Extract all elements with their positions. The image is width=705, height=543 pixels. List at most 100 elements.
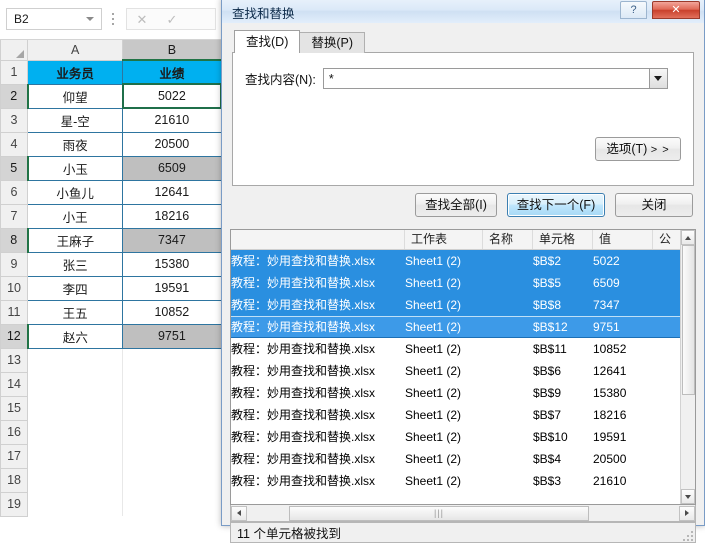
- cell-B12[interactable]: 9751: [122, 323, 222, 349]
- chevron-down-icon[interactable]: [86, 17, 94, 21]
- search-results-list[interactable]: 工作表 名称 单元格 值 公 教程：妙用查找和替换.xlsx Sheet1 (2)…: [230, 229, 696, 505]
- tab-replace[interactable]: 替换(P): [299, 32, 366, 53]
- row-header-2[interactable]: 2: [0, 83, 29, 109]
- cell-A15[interactable]: [27, 396, 124, 420]
- row-header-14[interactable]: 14: [0, 371, 29, 397]
- row-header-4[interactable]: 4: [0, 131, 29, 157]
- row-header-6[interactable]: 6: [0, 179, 29, 205]
- cell-A9[interactable]: 张三: [27, 251, 124, 277]
- row-header-5[interactable]: 5: [0, 155, 29, 181]
- row-header-13[interactable]: 13: [0, 347, 29, 373]
- cell-B19[interactable]: [122, 492, 222, 516]
- cell-A12[interactable]: 赵六: [27, 323, 124, 349]
- find-all-button[interactable]: 查找全部(I): [415, 193, 497, 217]
- arrow-up-icon[interactable]: [681, 230, 695, 245]
- result-row[interactable]: 教程：妙用查找和替换.xlsx Sheet1 (2) $B$10 19591: [231, 426, 695, 448]
- cell-B8[interactable]: 7347: [122, 227, 222, 253]
- cell-A8[interactable]: 王麻子: [27, 227, 124, 253]
- cell-A5[interactable]: 小玉: [27, 155, 124, 181]
- cell-A11[interactable]: 王五: [27, 299, 124, 325]
- cell-A1[interactable]: 业务员: [27, 59, 124, 85]
- row-header-8[interactable]: 8: [0, 227, 29, 253]
- results-horizontal-scrollbar[interactable]: |||: [230, 505, 696, 522]
- results-vertical-scrollbar[interactable]: [680, 230, 695, 504]
- column-header-name[interactable]: 名称: [483, 230, 533, 249]
- result-row[interactable]: 教程：妙用查找和替换.xlsx Sheet1 (2) $B$9 15380: [231, 382, 695, 404]
- result-row[interactable]: 教程：妙用查找和替换.xlsx Sheet1 (2) $B$6 12641: [231, 360, 695, 382]
- column-header-a[interactable]: A: [27, 40, 124, 61]
- cell-A14[interactable]: [27, 372, 124, 396]
- row-header-12[interactable]: 12: [0, 323, 29, 349]
- cell-B9[interactable]: 15380: [122, 251, 222, 277]
- row-header-17[interactable]: 17: [0, 443, 29, 469]
- row-header-11[interactable]: 11: [0, 299, 29, 325]
- cell-A19[interactable]: [27, 492, 124, 516]
- find-next-button[interactable]: 查找下一个(F): [507, 193, 605, 217]
- cell-B3[interactable]: 21610: [122, 107, 222, 133]
- cell-A17[interactable]: [27, 444, 124, 468]
- column-header-b[interactable]: B: [122, 40, 222, 61]
- row-header-10[interactable]: 10: [0, 275, 29, 301]
- result-row[interactable]: 教程：妙用查找和替换.xlsx Sheet1 (2) $B$5 6509: [231, 272, 695, 294]
- row-header-1[interactable]: 1: [0, 59, 29, 85]
- cell-A13[interactable]: [27, 348, 124, 372]
- arrow-right-icon[interactable]: [679, 505, 695, 521]
- cell-B13[interactable]: [122, 348, 222, 372]
- cell-A4[interactable]: 雨夜: [27, 131, 124, 157]
- cell-B7[interactable]: 18216: [122, 203, 222, 229]
- confirm-check-icon[interactable]: ✓: [157, 13, 187, 26]
- cell-A2[interactable]: 仰望: [27, 83, 124, 109]
- cell-A16[interactable]: [27, 420, 124, 444]
- close-dialog-button[interactable]: 关闭: [615, 193, 693, 217]
- help-button[interactable]: ?: [620, 1, 647, 19]
- tab-find[interactable]: 查找(D): [234, 30, 301, 53]
- cell-A7[interactable]: 小王: [27, 203, 124, 229]
- options-button[interactable]: 选项(T) > >: [595, 137, 681, 161]
- cell-B5[interactable]: 6509: [122, 155, 222, 181]
- cell-A3[interactable]: 星-空: [27, 107, 124, 133]
- name-box[interactable]: B2: [6, 8, 102, 30]
- cell-A6[interactable]: 小鱼儿: [27, 179, 124, 205]
- row-header-9[interactable]: 9: [0, 251, 29, 277]
- select-all-corner[interactable]: [0, 40, 29, 61]
- result-row[interactable]: 教程：妙用查找和替换.xlsx Sheet1 (2) $B$8 7347: [231, 294, 695, 316]
- cell-B4[interactable]: 20500: [122, 131, 222, 157]
- chevron-down-icon[interactable]: [648, 69, 667, 88]
- arrow-down-icon[interactable]: [681, 489, 695, 504]
- column-header-sheet[interactable]: 工作表: [405, 230, 483, 249]
- cell-A10[interactable]: 李四: [27, 275, 124, 301]
- cell-B10[interactable]: 19591: [122, 275, 222, 301]
- row-header-19[interactable]: 19: [0, 491, 29, 517]
- close-window-button[interactable]: ✕: [652, 1, 700, 19]
- cell-B6[interactable]: 12641: [122, 179, 222, 205]
- resize-grip-icon[interactable]: [681, 529, 693, 541]
- result-row[interactable]: 教程：妙用查找和替换.xlsx Sheet1 (2) $B$4 20500: [231, 448, 695, 470]
- row-header-3[interactable]: 3: [0, 107, 29, 133]
- cell-B17[interactable]: [122, 444, 222, 468]
- hscrollbar-track[interactable]: |||: [247, 505, 679, 521]
- cancel-x-icon[interactable]: ✕: [127, 13, 157, 26]
- hscrollbar-thumb[interactable]: |||: [289, 505, 589, 521]
- cell-B11[interactable]: 10852: [122, 299, 222, 325]
- scrollbar-thumb[interactable]: [681, 245, 695, 395]
- find-what-input[interactable]: *: [324, 72, 649, 86]
- column-header-value[interactable]: 值: [593, 230, 653, 249]
- row-header-18[interactable]: 18: [0, 467, 29, 493]
- cell-B14[interactable]: [122, 372, 222, 396]
- result-row[interactable]: 教程：妙用查找和替换.xlsx Sheet1 (2) $B$2 5022: [231, 250, 695, 272]
- row-header-7[interactable]: 7: [0, 203, 29, 229]
- result-row[interactable]: 教程：妙用查找和替换.xlsx Sheet1 (2) $B$12 9751: [231, 316, 695, 338]
- cell-B18[interactable]: [122, 468, 222, 492]
- column-header-cell[interactable]: 单元格: [533, 230, 593, 249]
- cell-B16[interactable]: [122, 420, 222, 444]
- row-header-16[interactable]: 16: [0, 419, 29, 445]
- result-row[interactable]: 教程：妙用查找和替换.xlsx Sheet1 (2) $B$3 21610: [231, 470, 695, 492]
- result-row[interactable]: 教程：妙用查找和替换.xlsx Sheet1 (2) $B$7 18216: [231, 404, 695, 426]
- row-header-15[interactable]: 15: [0, 395, 29, 421]
- cell-B15[interactable]: [122, 396, 222, 420]
- cell-B2[interactable]: 5022: [121, 83, 222, 109]
- arrow-left-icon[interactable]: [231, 505, 247, 521]
- find-what-combobox[interactable]: *: [322, 68, 668, 89]
- cell-A18[interactable]: [27, 468, 124, 492]
- cell-B1[interactable]: 业绩: [122, 59, 222, 85]
